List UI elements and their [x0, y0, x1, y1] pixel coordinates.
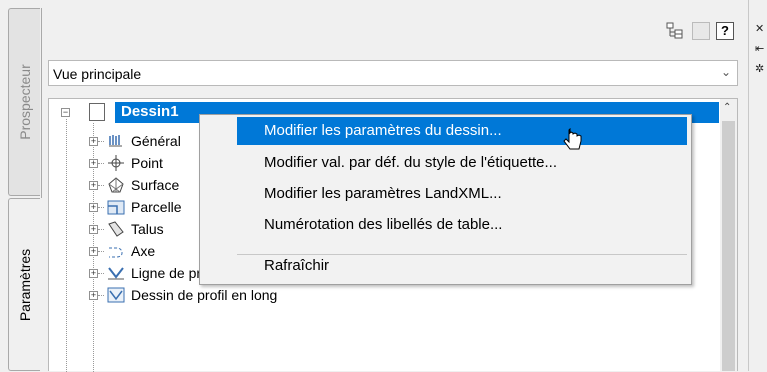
menu-item-edit-landxml-settings[interactable]: Modifier les paramètres LandXML...: [200, 179, 691, 209]
side-tab-strip: Prospecteur Paramètres: [0, 0, 42, 371]
tree-item-label: Point: [131, 155, 163, 171]
palette-title-strip: ✕ ⇤ ✲: [748, 0, 767, 371]
profile-icon: [108, 267, 124, 280]
tree-item-profile-view[interactable]: + Dessin de profil en long: [49, 284, 669, 306]
drawing-icon: [89, 103, 105, 121]
help-button[interactable]: ?: [716, 22, 734, 40]
menu-item-table-tag-numbering[interactable]: Numérotation des libellés de table...: [200, 210, 691, 240]
close-icon[interactable]: ✕: [755, 24, 764, 35]
tree-item-label: Parcelle: [131, 199, 182, 215]
alignment-icon: [109, 247, 123, 258]
expand-icon[interactable]: +: [89, 203, 98, 212]
tree-item-label: Dessin de profil en long: [131, 287, 278, 303]
chevron-down-icon: ⌄: [720, 65, 731, 79]
menu-item-edit-label-style-defaults[interactable]: Modifier val. par déf. du style de l'éti…: [200, 148, 691, 178]
settings-tree-icon[interactable]: [666, 22, 684, 40]
expand-icon[interactable]: +: [89, 137, 98, 146]
view-select-value: Vue principale: [53, 66, 142, 82]
parcel-icon: [107, 200, 125, 215]
profile-view-icon: [107, 287, 125, 303]
tree-scrollbar[interactable]: ⌃: [720, 99, 737, 371]
tree-root-label: Dessin1: [121, 103, 179, 120]
menu-item-label: Modifier les paramètres LandXML...: [264, 185, 502, 202]
expand-icon[interactable]: +: [89, 159, 98, 168]
expand-icon[interactable]: +: [89, 291, 98, 300]
properties-icon[interactable]: ✲: [755, 64, 764, 75]
point-icon: [108, 155, 124, 171]
general-icon: [109, 135, 122, 147]
menu-item-label: Numérotation des libellés de table...: [264, 216, 503, 233]
context-menu: Modifier les paramètres du dessin... Mod…: [199, 114, 692, 285]
tree-item-label: Surface: [131, 177, 180, 193]
tree-item-label: Talus: [131, 221, 164, 237]
menu-item-label: Modifier les paramètres du dessin...: [264, 122, 502, 139]
expand-icon[interactable]: +: [89, 269, 98, 278]
expand-icon[interactable]: +: [89, 181, 98, 190]
tab-parametres[interactable]: Paramètres: [8, 198, 40, 371]
menu-item-label: Rafraîchir: [264, 257, 330, 274]
collapse-icon[interactable]: −: [61, 108, 70, 117]
menu-item-edit-drawing-settings[interactable]: Modifier les paramètres du dessin...: [200, 116, 691, 146]
tree-item-label: Axe: [131, 243, 156, 259]
menu-item-label: Modifier val. par déf. du style de l'éti…: [264, 154, 558, 171]
scroll-up-icon[interactable]: ⌃: [723, 102, 731, 113]
expand-icon[interactable]: +: [89, 225, 98, 234]
tab-parametres-label: Paramètres: [16, 248, 33, 321]
grading-icon: [108, 221, 124, 237]
autohide-icon[interactable]: ⇤: [755, 44, 764, 55]
help-icon: ?: [721, 23, 729, 38]
tree-item-label: Général: [131, 133, 181, 149]
tab-prospecteur[interactable]: Prospecteur: [8, 8, 40, 196]
expand-icon[interactable]: +: [89, 247, 98, 256]
surface-icon: [108, 177, 124, 193]
scroll-thumb[interactable]: [722, 121, 735, 371]
mouse-cursor-icon: [563, 128, 582, 150]
view-select[interactable]: Vue principale ⌄: [48, 60, 738, 86]
window-icon[interactable]: [692, 22, 710, 40]
menu-item-refresh[interactable]: Rafraîchir: [200, 251, 691, 281]
tab-prospecteur-label: Prospecteur: [16, 64, 33, 140]
